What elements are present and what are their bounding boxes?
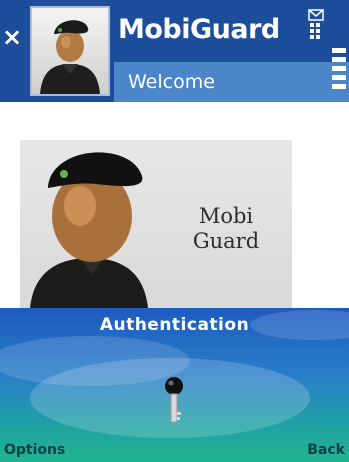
brand-line-2: Guard (192, 229, 260, 253)
user-avatar-icon (40, 20, 100, 94)
brand-line-1: Mobi (198, 204, 254, 228)
title-bar: × MobiGuard Welcome (0, 0, 349, 102)
avatar (30, 6, 110, 96)
back-softkey[interactable]: Back (307, 442, 345, 458)
message-status-icon (308, 9, 324, 39)
key-icon[interactable] (162, 376, 186, 428)
content-area: Mobi Guard (0, 102, 349, 308)
options-softkey[interactable]: Options (4, 442, 65, 458)
subtitle: Welcome (128, 71, 215, 93)
close-icon[interactable]: × (2, 25, 24, 49)
brand-text: Mobi Guard (186, 204, 266, 254)
subtitle-band: Welcome (114, 62, 349, 102)
authentication-header: Authentication (99, 315, 250, 335)
authentication-panel: Authentication (0, 308, 349, 462)
app-title: MobiGuard (118, 14, 280, 45)
mascot-icon (30, 152, 148, 308)
signal-strength-icon (332, 48, 346, 89)
